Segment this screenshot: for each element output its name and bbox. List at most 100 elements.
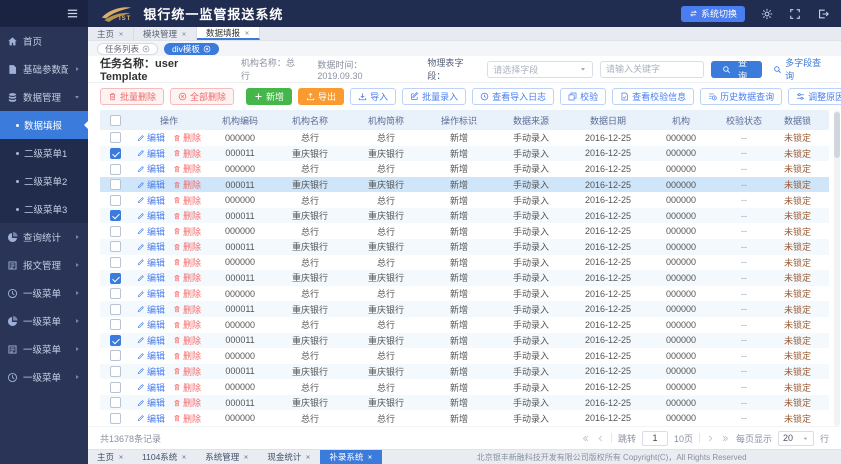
bottom-tab-cash-stats[interactable]: 现金统计: [258, 450, 320, 464]
sidebar-item-base-params[interactable]: 基础参数配置: [0, 55, 88, 83]
batch-delete-button[interactable]: 批量删除: [100, 88, 164, 105]
close-icon[interactable]: [367, 454, 373, 460]
table-row[interactable]: 编辑 删除 000011 重庆银行 重庆银行 新增 手动录入 2016-12-2…: [100, 239, 829, 255]
table-row[interactable]: 编辑 删除 000011 重庆银行 重庆银行 新增 手动录入 2016-12-2…: [100, 364, 829, 380]
edit-row-button[interactable]: 编辑: [137, 178, 165, 191]
table-row[interactable]: 编辑 删除 000000 总行 总行 新增 手动录入 2016-12-25 00…: [100, 130, 829, 146]
close-icon[interactable]: [118, 31, 124, 37]
edit-row-button[interactable]: 编辑: [137, 318, 165, 331]
table-row[interactable]: 编辑 删除 000000 总行 总行 新增 手动录入 2016-12-25 00…: [100, 223, 829, 239]
table-row[interactable]: 编辑 删除 000011 重庆银行 重庆银行 新增 手动录入 2016-12-2…: [100, 177, 829, 193]
chip-div-template[interactable]: div模板: [164, 43, 219, 55]
delete-all-button[interactable]: 全部删除: [170, 88, 234, 105]
batch-entry-button[interactable]: 批量录入: [402, 88, 466, 105]
table-row[interactable]: 编辑 删除 000000 总行 总行 新增 手动录入 2016-12-25 00…: [100, 255, 829, 271]
edit-row-button[interactable]: 编辑: [137, 303, 165, 316]
import-button[interactable]: 导入: [350, 88, 396, 105]
view-import-log-button[interactable]: 查看导入日志: [472, 88, 554, 105]
table-row[interactable]: 编辑 删除 000000 总行 总行 新增 手动录入 2016-12-25 00…: [100, 192, 829, 208]
chip-task-list[interactable]: 任务列表: [97, 43, 158, 55]
edit-row-button[interactable]: 编辑: [137, 162, 165, 175]
first-page-icon[interactable]: [581, 434, 590, 443]
edit-row-button[interactable]: 编辑: [137, 365, 165, 378]
row-checkbox[interactable]: [110, 304, 121, 315]
edit-row-button[interactable]: 编辑: [137, 225, 165, 238]
tab-module-mgmt[interactable]: 模块管理: [134, 27, 197, 40]
field-select[interactable]: 请选择字段: [487, 61, 593, 78]
sidebar-item-data-entry[interactable]: 数据填报: [0, 111, 88, 139]
delete-row-button[interactable]: 删除: [173, 240, 201, 253]
scrollbar-thumb[interactable]: [834, 112, 840, 158]
delete-row-button[interactable]: 删除: [173, 225, 201, 238]
sidebar-item-home[interactable]: 首页: [0, 27, 88, 55]
multi-field-search-link[interactable]: 多字段查询: [773, 56, 829, 82]
row-checkbox[interactable]: [110, 210, 121, 221]
edit-row-button[interactable]: 编辑: [137, 209, 165, 222]
sidebar-collapse-icon[interactable]: [66, 7, 79, 20]
search-button[interactable]: 查询: [711, 61, 762, 78]
row-checkbox[interactable]: [110, 350, 121, 361]
delete-row-button[interactable]: 删除: [173, 147, 201, 160]
delete-row-button[interactable]: 删除: [173, 209, 201, 222]
edit-row-button[interactable]: 编辑: [137, 194, 165, 207]
bottom-tab-1104[interactable]: 1104系统: [133, 450, 196, 464]
table-row[interactable]: 编辑 删除 000000 总行 总行 新增 手动录入 2016-12-25 00…: [100, 410, 829, 426]
view-validate-info-button[interactable]: 查看校验信息: [612, 88, 694, 105]
table-row[interactable]: 编辑 删除 000000 总行 总行 新增 手动录入 2016-12-25 00…: [100, 161, 829, 177]
row-checkbox[interactable]: [110, 319, 121, 330]
close-icon[interactable]: [181, 31, 187, 37]
delete-row-button[interactable]: 删除: [173, 271, 201, 284]
keyword-input[interactable]: [600, 61, 704, 78]
edit-row-button[interactable]: 编辑: [137, 240, 165, 253]
sidebar-item-submenu3[interactable]: 二级菜单3: [0, 195, 88, 223]
sidebar-item-data-mgmt[interactable]: 数据管理: [0, 83, 88, 111]
close-icon[interactable]: [305, 454, 311, 460]
vertical-scrollbar[interactable]: [834, 110, 840, 426]
edit-row-button[interactable]: 编辑: [137, 396, 165, 409]
bottom-tab-home[interactable]: 主页: [88, 450, 133, 464]
row-checkbox[interactable]: [110, 148, 121, 159]
table-row[interactable]: 编辑 删除 000011 重庆银行 重庆银行 新增 手动录入 2016-12-2…: [100, 270, 829, 286]
table-row[interactable]: 编辑 删除 000011 重庆银行 重庆银行 新增 手动录入 2016-12-2…: [100, 301, 829, 317]
bottom-tab-supplement[interactable]: 补录系统: [320, 450, 382, 464]
bottom-tab-sys-mgmt[interactable]: 系统管理: [196, 450, 258, 464]
sidebar-item-report-mgmt[interactable]: 报文管理: [0, 251, 88, 279]
row-checkbox[interactable]: [110, 226, 121, 237]
edit-row-button[interactable]: 编辑: [137, 349, 165, 362]
edit-row-button[interactable]: 编辑: [137, 287, 165, 300]
table-row[interactable]: 编辑 删除 000011 重庆银行 重庆银行 新增 手动录入 2016-12-2…: [100, 333, 829, 349]
validate-button[interactable]: 校验: [560, 88, 606, 105]
row-checkbox[interactable]: [110, 413, 121, 424]
row-checkbox[interactable]: [110, 132, 121, 143]
row-checkbox[interactable]: [110, 195, 121, 206]
delete-row-button[interactable]: 删除: [173, 131, 201, 144]
row-checkbox[interactable]: [110, 366, 121, 377]
settings-gear-icon[interactable]: [761, 8, 773, 20]
delete-row-button[interactable]: 删除: [173, 412, 201, 425]
close-icon[interactable]: [243, 454, 249, 460]
table-row[interactable]: 编辑 删除 000000 总行 总行 新增 手动录入 2016-12-25 00…: [100, 317, 829, 333]
history-query-button[interactable]: 历史数据查询: [700, 88, 782, 105]
delete-row-button[interactable]: 删除: [173, 318, 201, 331]
select-all-checkbox[interactable]: [110, 115, 121, 126]
edit-row-button[interactable]: 编辑: [137, 334, 165, 347]
next-page-icon[interactable]: [706, 434, 715, 443]
table-row[interactable]: 编辑 删除 000000 总行 总行 新增 手动录入 2016-12-25 00…: [100, 379, 829, 395]
logout-icon[interactable]: [817, 8, 829, 20]
system-switch-button[interactable]: 系统切换: [681, 6, 745, 22]
delete-row-button[interactable]: 删除: [173, 381, 201, 394]
tab-data-entry[interactable]: 数据填报: [197, 27, 260, 40]
row-checkbox[interactable]: [110, 179, 121, 190]
row-checkbox[interactable]: [110, 164, 121, 175]
row-checkbox[interactable]: [110, 335, 121, 346]
delete-row-button[interactable]: 删除: [173, 396, 201, 409]
row-checkbox[interactable]: [110, 257, 121, 268]
row-checkbox[interactable]: [110, 273, 121, 284]
delete-row-button[interactable]: 删除: [173, 349, 201, 362]
delete-row-button[interactable]: 删除: [173, 162, 201, 175]
edit-row-button[interactable]: 编辑: [137, 271, 165, 284]
close-icon[interactable]: [244, 30, 250, 36]
delete-row-button[interactable]: 删除: [173, 334, 201, 347]
edit-row-button[interactable]: 编辑: [137, 147, 165, 160]
delete-row-button[interactable]: 删除: [173, 365, 201, 378]
